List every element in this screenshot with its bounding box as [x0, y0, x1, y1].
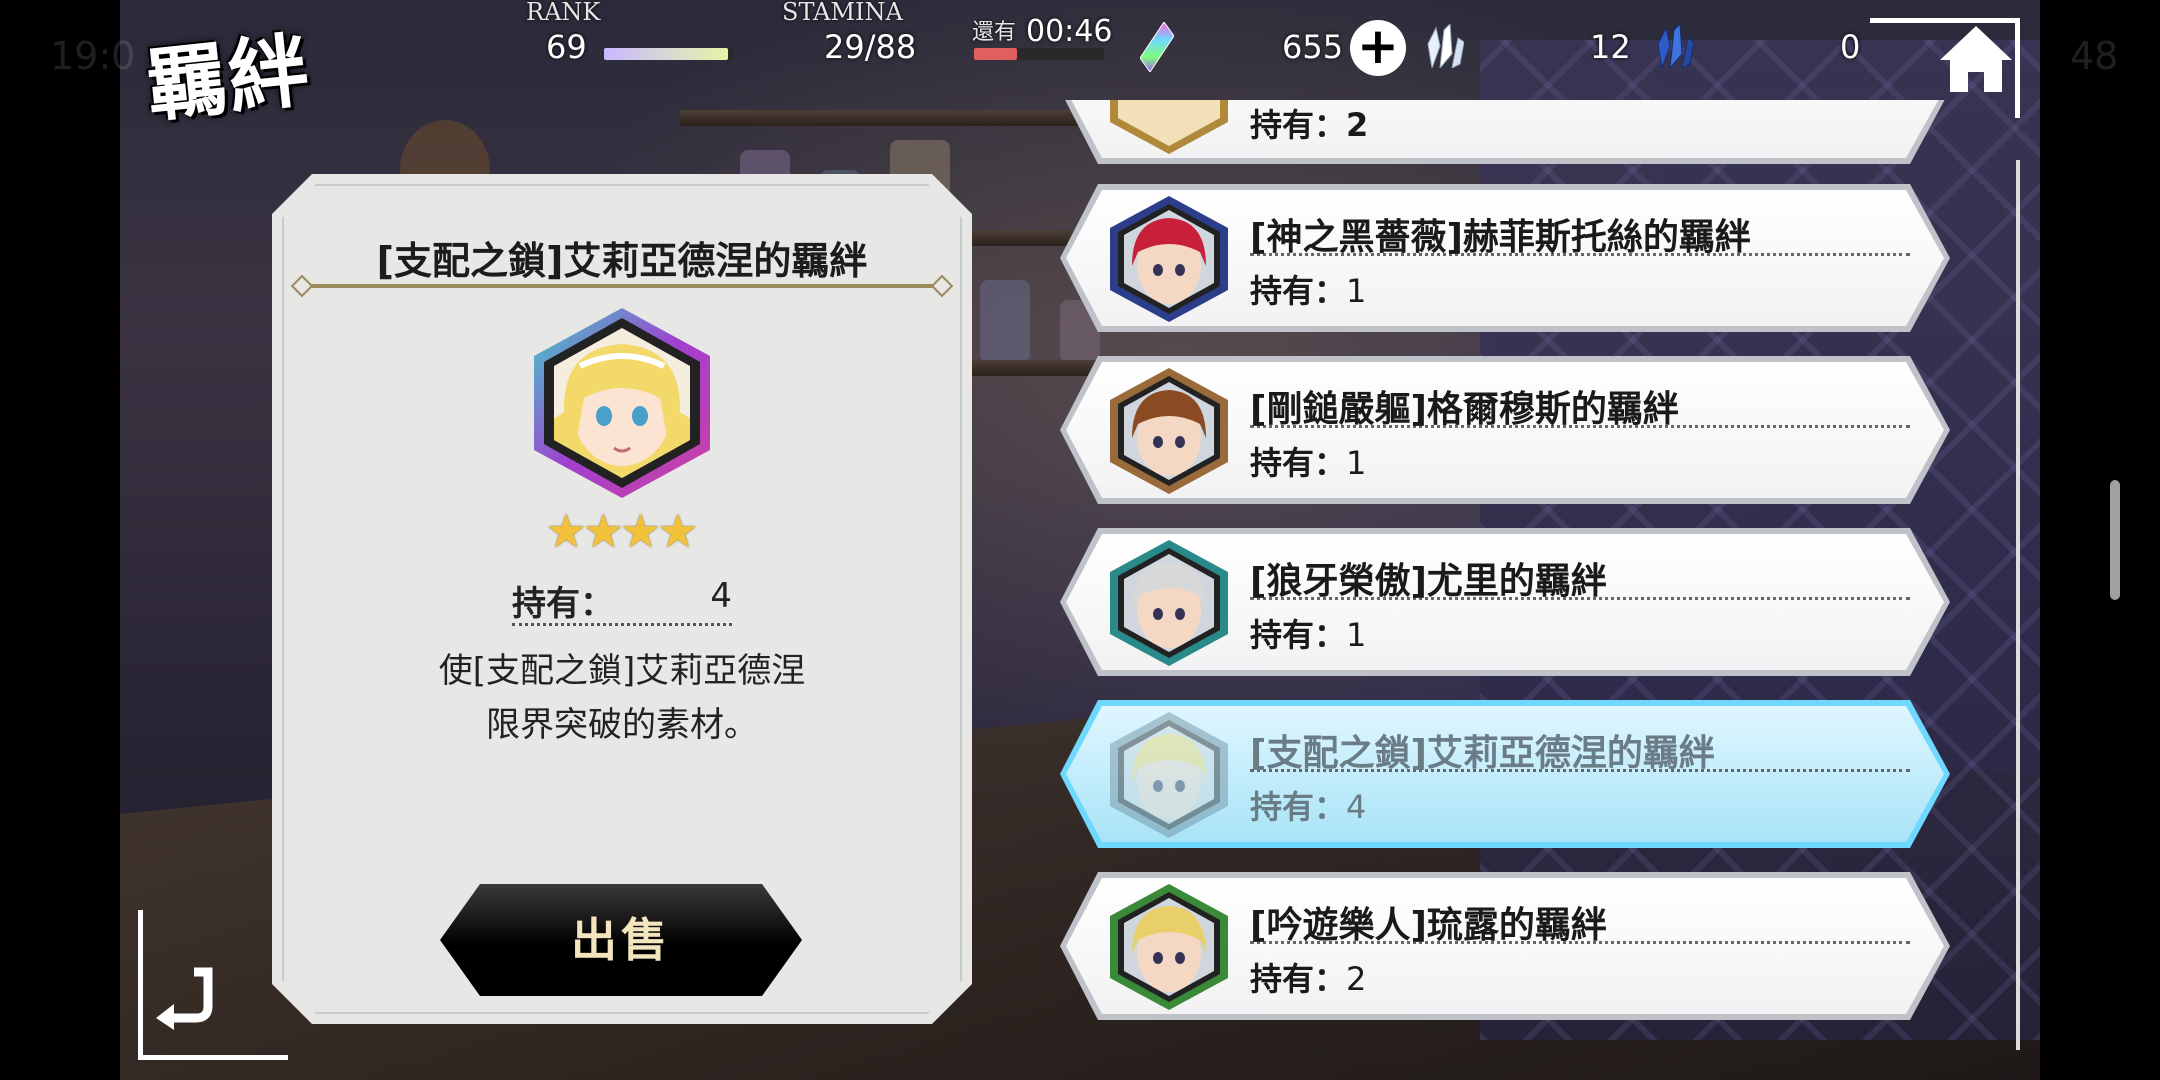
list-scroll-track[interactable] — [2016, 160, 2020, 1050]
scrollbar-thumb[interactable] — [2110, 480, 2120, 600]
rank-bar — [604, 48, 734, 60]
stamina-bar-fill — [974, 48, 1017, 60]
item-owned-label: 持有： — [1250, 272, 1347, 310]
detail-panel: [支配之鎖]艾莉亞德涅的羈絆 ★★★★ 持有： 4 使[支配之鎖]艾莉亞德涅 限… — [272, 174, 972, 1024]
rainbow-gem-count: 655 — [1282, 28, 1344, 66]
rank-bar-fill — [604, 48, 728, 60]
item-owned-value: 1 — [1346, 444, 1367, 482]
item-owned-count: 持有：2 — [1250, 106, 1369, 144]
stamina-bar — [974, 48, 1104, 60]
item-name: [剛鎚嚴軀]格爾穆斯的羈絆 — [1250, 380, 1910, 430]
list-item[interactable]: [狼牙榮傲]尤里的羈絆 持有：1 — [1060, 528, 1950, 676]
star-icon: ★ — [657, 504, 699, 558]
blue-crystal-icon — [1657, 24, 1694, 68]
star-icon: ★ — [620, 504, 662, 558]
star-icon: ★ — [582, 504, 624, 558]
rank-label: RANK — [526, 0, 601, 26]
item-owned-label: 持有： — [1250, 616, 1347, 654]
item-name: [神之黑薔薇]赫菲斯托絲的羈絆 — [1250, 208, 1910, 258]
item-owned-value: 1 — [1346, 616, 1367, 654]
character-portrait-icon — [1110, 712, 1228, 838]
list-item-partial[interactable]: 持有：2 — [1060, 100, 1950, 164]
character-portrait-icon — [1110, 540, 1228, 666]
recovery-time: 00:46 — [1026, 14, 1113, 49]
owned-value: 4 — [710, 576, 732, 616]
character-portrait-icon — [1110, 368, 1228, 494]
item-owned-label: 持有： — [1250, 444, 1347, 482]
list-item[interactable]: [神之黑薔薇]赫菲斯托絲的羈絆 持有：1 — [1060, 184, 1950, 332]
white-crystal-icon — [1427, 24, 1464, 68]
page-title: 羈絆 — [142, 22, 316, 134]
character-portrait-large — [534, 308, 710, 498]
item-owned-label: 持有： — [1250, 960, 1347, 998]
item-owned-label: 持有： — [1250, 788, 1347, 826]
sell-button[interactable]: 出售 — [440, 884, 802, 996]
item-owned-value: 4 — [1346, 788, 1367, 826]
item-owned-count: 持有：1 — [1250, 266, 1366, 312]
rarity-stars: ★★★★ — [272, 504, 972, 558]
blue-crystal-count: 0 — [1840, 28, 1861, 66]
add-gem-button[interactable]: + — [1350, 20, 1406, 76]
character-portrait-icon — [1110, 196, 1228, 322]
white-crystal-count: 12 — [1590, 28, 1631, 66]
item-name: [支配之鎖]艾莉亞德涅的羈絆 — [1250, 724, 1910, 774]
home-icon[interactable] — [1936, 20, 2016, 100]
list-item[interactable]: [吟遊樂人]琉露的羈絆 持有：2 — [1060, 872, 1950, 1020]
bond-item-list[interactable]: 持有：2 [神之黑薔薇]赫菲斯托絲的羈絆 持有：1 [剛鎚嚴軀]格爾穆斯的羈絆 … — [1060, 100, 1960, 1030]
list-item[interactable]: [支配之鎖]艾莉亞德涅的羈絆 持有：4 — [1060, 700, 1950, 848]
rank-value: 69 — [546, 28, 587, 66]
detail-divider — [300, 284, 944, 288]
item-name: [狼牙榮傲]尤里的羈絆 — [1250, 552, 1910, 602]
description-line-1: 使[支配之鎖]艾莉亞德涅 — [438, 651, 806, 691]
stamina-value: 29/88 — [824, 28, 917, 66]
back-arrow-icon[interactable] — [150, 960, 220, 1030]
stamina-label: STAMINA — [782, 0, 903, 26]
description-line-2: 限界突破的素材。 — [486, 705, 758, 745]
owned-label: 持有： — [512, 584, 614, 624]
character-portrait-icon — [1110, 884, 1228, 1010]
item-description: 使[支配之鎖]艾莉亞德涅 限界突破的素材。 — [272, 644, 972, 752]
owned-count-row: 持有： 4 — [512, 574, 732, 626]
status-battery: 48 — [2070, 34, 2119, 78]
recovery-label: 還有 — [972, 20, 1017, 45]
item-owned-count: 持有：1 — [1250, 610, 1366, 656]
item-owned-count: 持有：2 — [1250, 954, 1366, 1000]
character-portrait-icon — [1110, 100, 1228, 154]
item-owned-value: 2 — [1346, 960, 1367, 998]
detail-title: [支配之鎖]艾莉亞德涅的羈絆 — [376, 239, 868, 283]
item-owned-count: 持有：4 — [1250, 782, 1366, 828]
item-name: [吟遊樂人]琉露的羈絆 — [1250, 896, 1910, 946]
star-icon: ★ — [545, 504, 587, 558]
rainbow-gem-icon — [1140, 22, 1174, 72]
list-item[interactable]: [剛鎚嚴軀]格爾穆斯的羈絆 持有：1 — [1060, 356, 1950, 504]
status-time: 19:0 — [50, 34, 136, 78]
item-owned-count: 持有：1 — [1250, 438, 1366, 484]
item-owned-value: 1 — [1346, 272, 1367, 310]
